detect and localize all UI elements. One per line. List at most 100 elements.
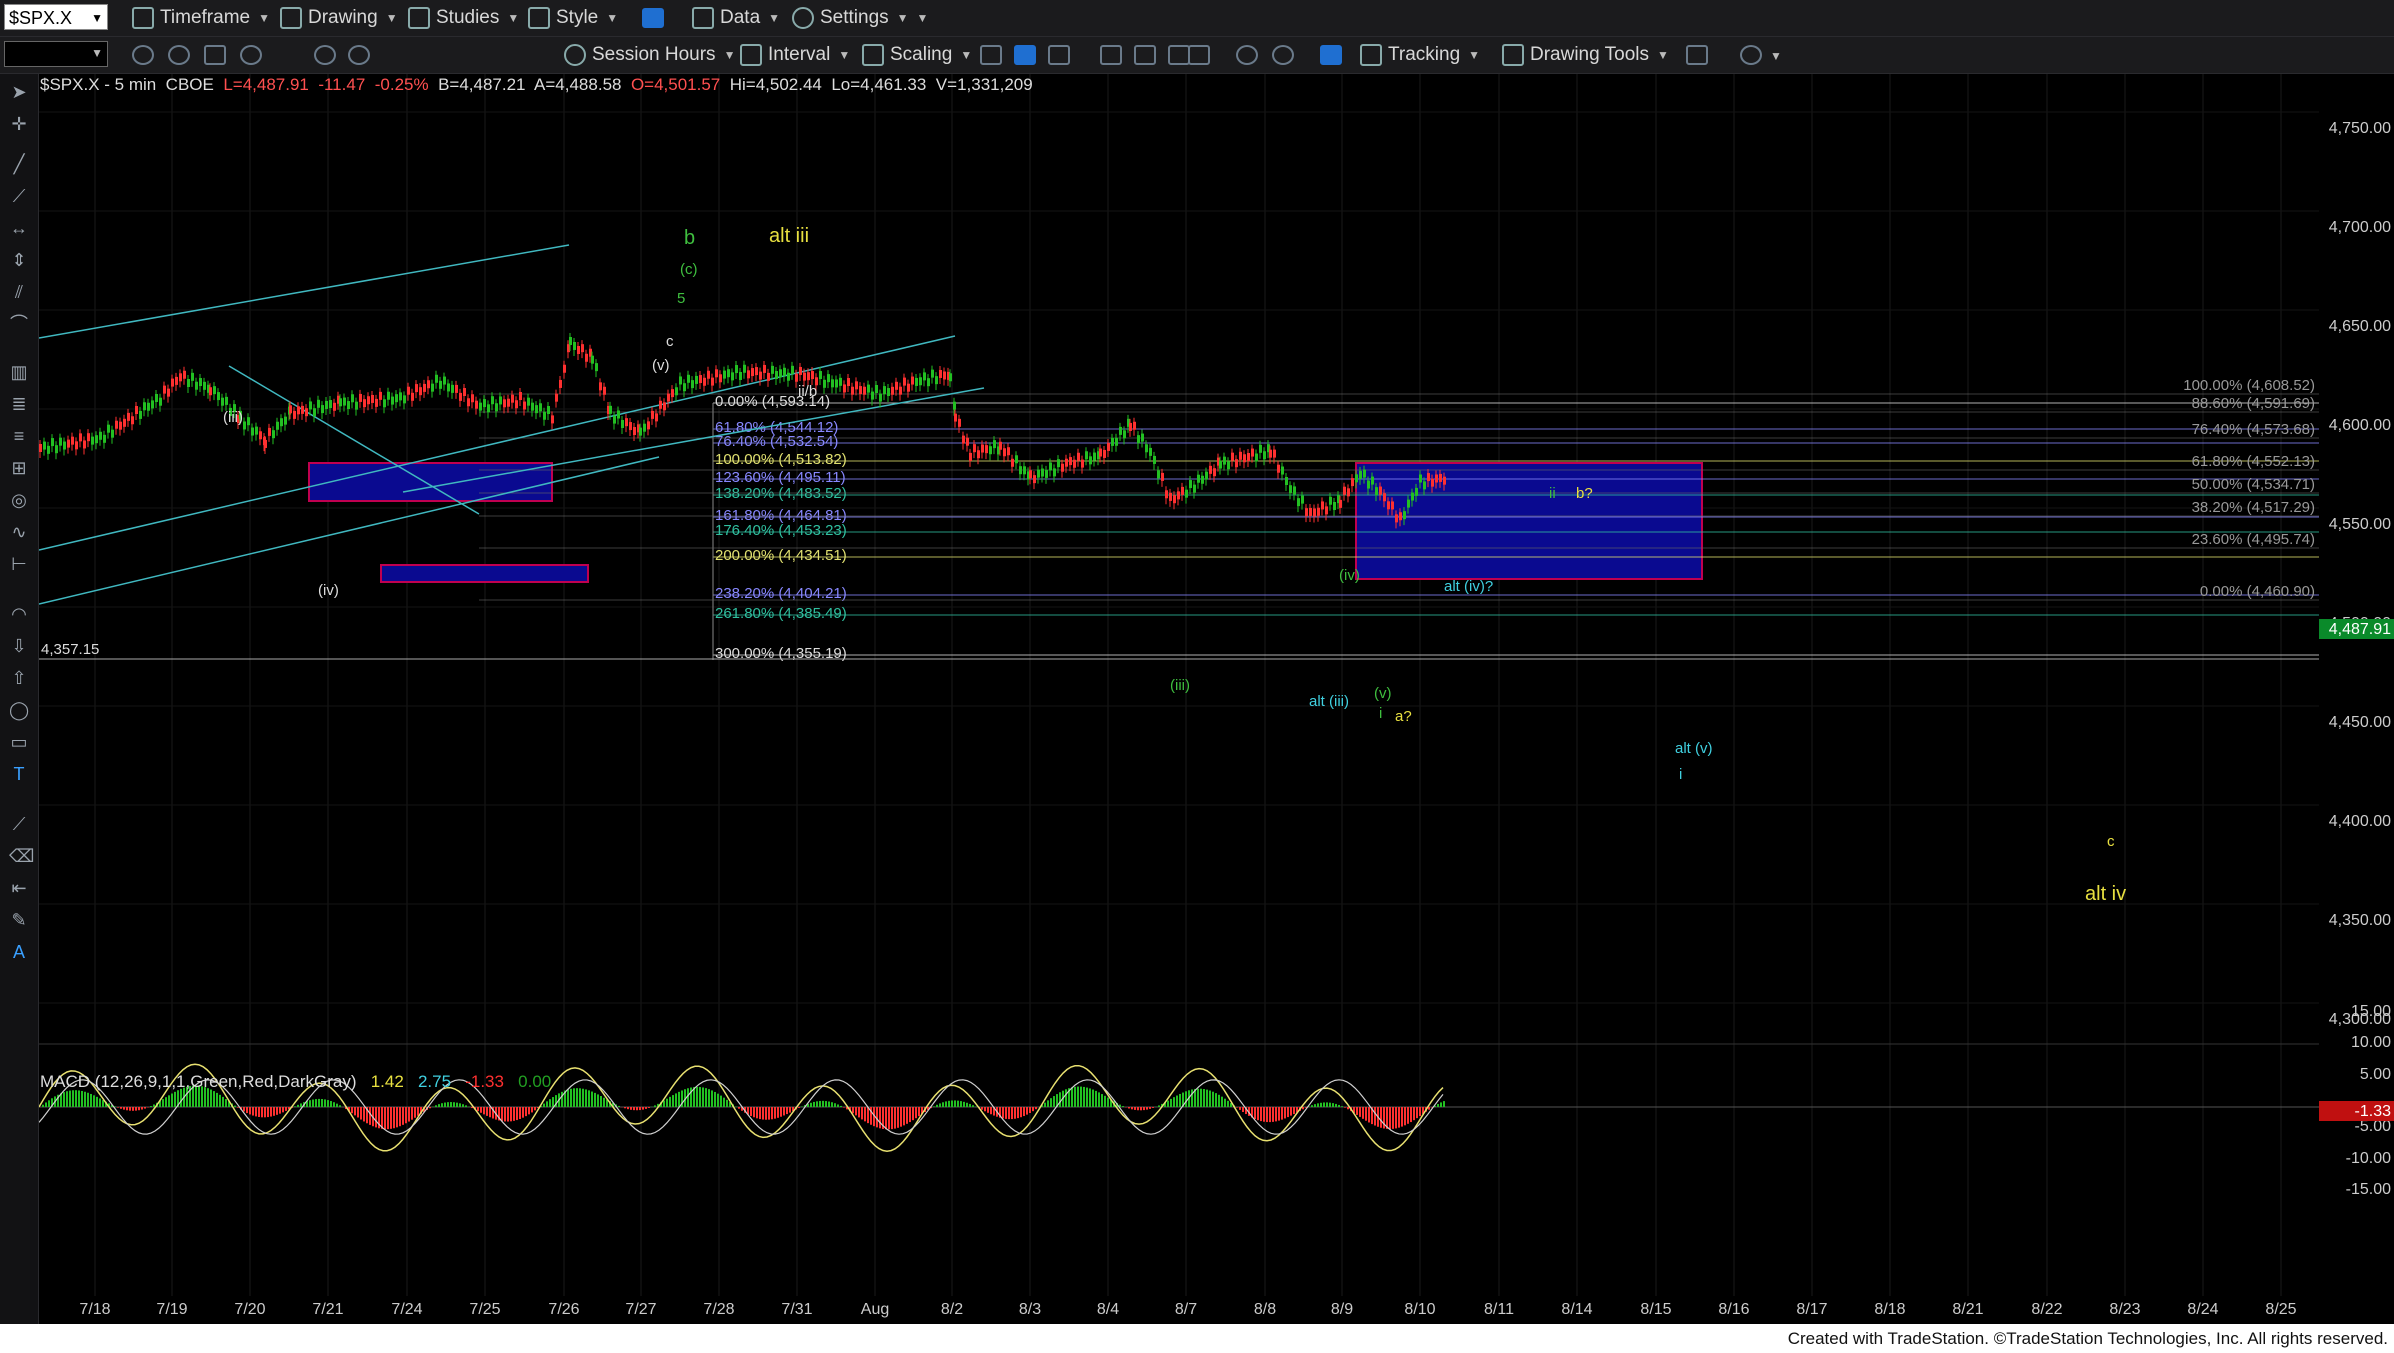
text-icon[interactable]: T	[9, 764, 29, 784]
gann-icon[interactable]: ⊞	[9, 458, 29, 478]
data-menu[interactable]: Data ▼	[692, 0, 780, 36]
settings-menu[interactable]: Settings ▼ ▼	[792, 0, 928, 36]
bars-icon[interactable]	[1100, 45, 1122, 65]
candle-body	[1161, 472, 1164, 481]
crosshair-icon[interactable]: ✛	[9, 114, 29, 134]
channel-icon[interactable]: ⫽	[9, 282, 29, 302]
pointer-icon[interactable]: ➤	[9, 82, 29, 102]
candle-body	[51, 438, 54, 447]
ray-icon[interactable]: ⟋	[9, 186, 29, 206]
candle-icon[interactable]	[980, 45, 1002, 65]
circle-icon[interactable]	[168, 45, 190, 65]
arrow-down-icon[interactable]: ⇩	[9, 636, 29, 656]
macd-bar	[84, 1091, 86, 1107]
retracement-icon[interactable]: ⊢	[9, 554, 29, 574]
split-icon[interactable]	[1188, 45, 1210, 65]
wave-label: a?	[1395, 708, 1412, 725]
candle-body	[264, 439, 267, 448]
timeframe-menu[interactable]: Timeframe ▼	[132, 0, 270, 36]
dial-icon[interactable]	[314, 45, 336, 65]
spiral-icon[interactable]: ◎	[9, 490, 29, 510]
macd-bar	[972, 1105, 974, 1107]
fib-extension-icon[interactable]: ≡	[9, 426, 29, 446]
price-tick-label: 4,400.00	[2329, 813, 2391, 830]
wave-icon[interactable]: ∿	[9, 522, 29, 542]
wave-label: 5	[677, 290, 685, 307]
arc-tool-icon[interactable]: ◠	[9, 604, 29, 624]
date-tick-label: 8/22	[2031, 1301, 2062, 1318]
chevron-down-icon[interactable]: ▼	[1770, 49, 1782, 63]
bars-icon[interactable]: ▥	[9, 362, 29, 382]
wave-label: c	[666, 333, 674, 350]
vertical-line-icon[interactable]: ⇕	[9, 250, 29, 270]
drawing-tools-menu[interactable]: Drawing Tools ▼	[1502, 37, 1669, 73]
candle-body	[515, 400, 518, 409]
macd-bar	[585, 1089, 587, 1107]
macd-bar	[702, 1087, 704, 1107]
bars-icon[interactable]	[1014, 45, 1036, 65]
session-hours-menu[interactable]: Session Hours ▼	[564, 37, 735, 73]
macd-bar	[90, 1093, 92, 1107]
price-chart[interactable]: 0.00% (4,593.14)61.80% (4,544.12)76.40% …	[39, 74, 2319, 1324]
candle-body	[1149, 447, 1152, 456]
bars-icon[interactable]	[1048, 45, 1070, 65]
dial-icon[interactable]	[240, 45, 262, 65]
tracking-menu[interactable]: Tracking ▼	[1360, 37, 1480, 73]
macd-bar	[48, 1100, 50, 1107]
trendline-icon[interactable]: ╱	[9, 154, 29, 174]
fib-icon[interactable]: ≣	[9, 394, 29, 414]
chevron-down-icon[interactable]: ▼	[91, 5, 103, 31]
arrow-up-icon[interactable]: ⇧	[9, 668, 29, 688]
macd-bar	[315, 1099, 317, 1107]
rectangle-icon[interactable]: ▭	[9, 732, 29, 752]
zoom-out-icon[interactable]	[1272, 45, 1294, 65]
export-icon[interactable]	[1686, 45, 1708, 65]
candle-body	[511, 394, 514, 403]
interval-field[interactable]: ▼	[4, 41, 108, 67]
line-icon[interactable]: ⟋	[9, 814, 29, 834]
candle-body	[1189, 480, 1192, 489]
price-axis[interactable]: 4,750.00 4,700.00 4,650.00 4,600.00 4,550.00…	[2319, 74, 2394, 1324]
studies-label: Studies	[436, 7, 500, 28]
candle-body	[711, 377, 714, 386]
brush-icon[interactable]: ✎	[9, 910, 29, 930]
interval-menu[interactable]: Interval ▼	[740, 37, 850, 73]
eraser-icon[interactable]: ⌫	[9, 846, 34, 866]
dial-icon[interactable]	[348, 45, 370, 65]
macd-bar	[600, 1096, 602, 1107]
date-tick-label: 8/11	[1484, 1301, 1514, 1318]
scaling-menu[interactable]: Scaling ▼	[862, 37, 972, 73]
macd-bar	[1281, 1107, 1283, 1120]
symbol-input[interactable]: $SPX.X ▼	[4, 4, 108, 30]
candle-body	[609, 405, 612, 414]
candle-body	[1223, 456, 1226, 465]
date-tick-label: 8/21	[1952, 1301, 1983, 1318]
macd-bar	[1197, 1088, 1199, 1107]
chevron-down-icon[interactable]: ▼	[91, 46, 103, 60]
snap-icon[interactable]: ⇤	[9, 878, 29, 898]
candle-body	[123, 418, 126, 427]
horizontal-line-icon[interactable]: ↔	[9, 218, 29, 238]
arc-icon[interactable]: ⌒	[9, 314, 29, 334]
calendar-icon[interactable]	[204, 45, 226, 65]
text-style-icon[interactable]: A	[9, 942, 29, 962]
macd-bar	[630, 1107, 632, 1110]
chevron-down-icon: ▼	[960, 48, 973, 62]
bars-icon[interactable]	[1168, 45, 1190, 65]
bars-icon[interactable]	[1134, 45, 1156, 65]
zoom-in-icon[interactable]	[1236, 45, 1258, 65]
candle-body	[495, 403, 498, 412]
circle-icon[interactable]	[132, 45, 154, 65]
drawing-menu[interactable]: Drawing ▼	[280, 0, 398, 36]
link-icon[interactable]	[1740, 45, 1762, 65]
candle-body	[213, 386, 216, 395]
ellipse-icon[interactable]: ◯	[9, 700, 29, 720]
studies-menu[interactable]: Studies ▼	[408, 0, 519, 36]
date-tick-label: 8/23	[2109, 1301, 2140, 1318]
price-tick-label: 4,750.00	[2329, 120, 2391, 137]
macd-bar	[1221, 1096, 1223, 1107]
chevron-down-icon[interactable]: ▼	[917, 11, 929, 25]
grid-icon[interactable]	[1320, 45, 1342, 65]
style-menu[interactable]: Style ▼	[528, 0, 618, 36]
layout-icon[interactable]	[642, 8, 664, 28]
